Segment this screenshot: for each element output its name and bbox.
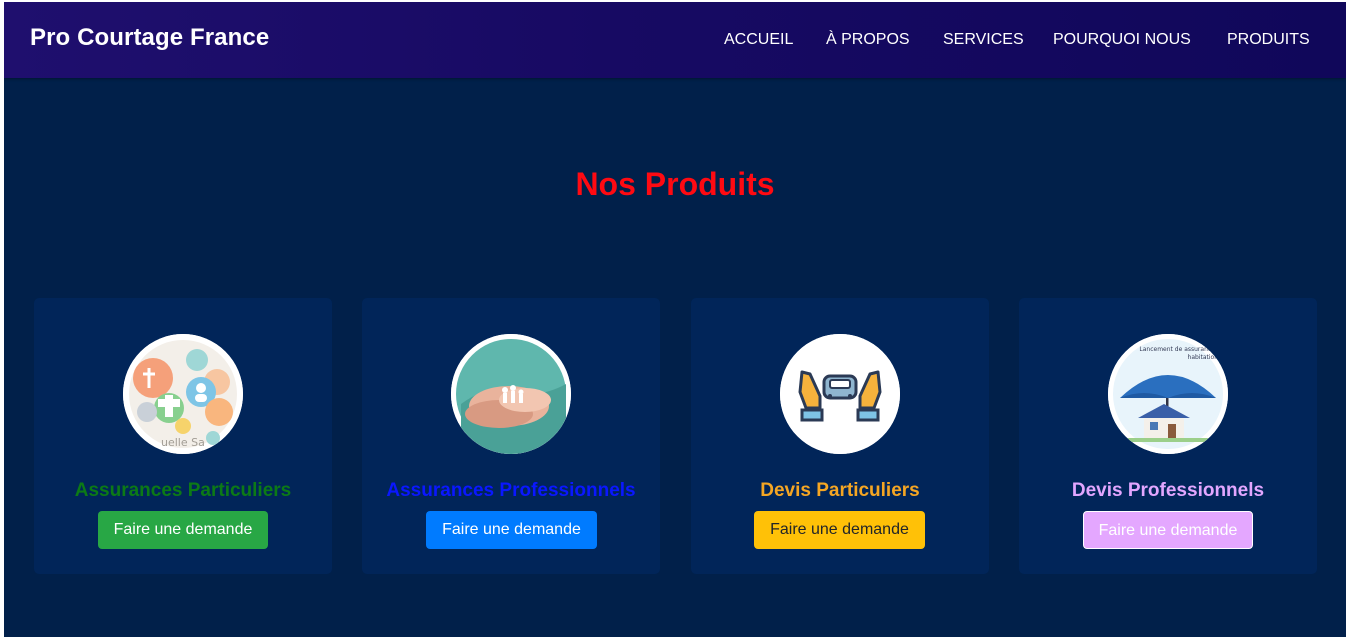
product-card-devis-professionnels: Lancement de assurances habitation Devis… (1019, 298, 1317, 574)
product-title: Devis Professionnels (1071, 480, 1265, 501)
family-in-hands-image (451, 334, 571, 454)
mutuelle-sante-image: uelle Sa (123, 334, 243, 454)
nav-link-pourquoi-nous[interactable]: POURQUOI NOUS (1053, 31, 1191, 49)
product-title: Assurances Professionnels (386, 480, 636, 501)
image-caption: Lancement de assurances habitation (1139, 346, 1218, 361)
brand-logo-text[interactable]: Pro Courtage France (30, 24, 269, 52)
request-button[interactable]: Faire une demande (1083, 511, 1253, 549)
svg-text:uelle Sa: uelle Sa (161, 436, 205, 449)
nav-link-services[interactable]: SERVICES (943, 31, 1024, 49)
request-button[interactable]: Faire une demande (426, 511, 597, 549)
product-card-assurances-particuliers: uelle Sa Assurances Particuliers Faire u… (34, 298, 332, 574)
nav-link-a-propos[interactable]: À PROPOS (826, 31, 910, 49)
car-insurance-hands-icon (780, 334, 900, 454)
house-umbrella-image: Lancement de assurances habitation (1108, 334, 1228, 454)
product-title: Devis Particuliers (760, 480, 920, 501)
nav-link-produits[interactable]: PRODUITS (1227, 31, 1310, 49)
request-button[interactable]: Faire une demande (98, 511, 268, 549)
page-frame: Pro Courtage France ACCUEIL À PROPOS SER… (4, 2, 1346, 637)
request-button[interactable]: Faire une demande (754, 511, 925, 549)
nav-link-accueil[interactable]: ACCUEIL (724, 31, 793, 49)
product-card-assurances-professionnels: Assurances Professionnels Faire une dema… (362, 298, 660, 574)
navbar: Pro Courtage France ACCUEIL À PROPOS SER… (4, 2, 1346, 78)
product-card-devis-particuliers: Devis Particuliers Faire une demande (691, 298, 989, 574)
section-title: Nos Produits (575, 166, 775, 202)
product-title: Assurances Particuliers (74, 480, 292, 501)
